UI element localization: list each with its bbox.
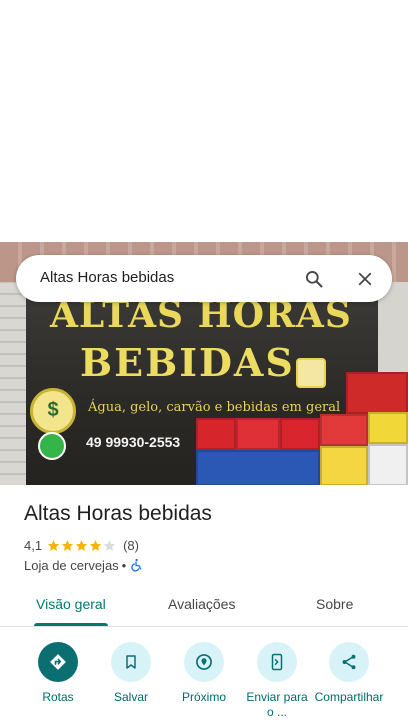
beer-crate: [280, 418, 320, 450]
beer-crate: [346, 372, 408, 414]
rating-stars: [47, 539, 117, 552]
rating-row[interactable]: 4,1 (8): [24, 536, 139, 554]
star-icon: [89, 539, 102, 551]
search-bar[interactable]: Altas Horas bebidas: [16, 255, 392, 302]
nearby-icon: [184, 642, 224, 682]
star-empty-icon: [103, 539, 116, 551]
star-icon: [61, 539, 74, 551]
sign-subtitle: Água, gelo, carvão e bebidas em geral: [88, 400, 341, 415]
tab-overview[interactable]: Visão geral: [36, 596, 106, 612]
send-to-phone-label: Enviar para o ...: [246, 690, 308, 719]
share-label: Compartilhar: [314, 690, 384, 704]
star-icon: [47, 539, 60, 551]
tab-bar: Visão geral Avaliações Sobre: [0, 586, 408, 627]
directions-icon: [38, 642, 78, 682]
map-area[interactable]: [0, 0, 408, 242]
separator-dot: •: [121, 557, 127, 573]
bookmark-icon: [111, 642, 151, 682]
save-label: Salvar: [113, 690, 148, 704]
star-icon: [75, 539, 88, 551]
share-button[interactable]: Compartilhar: [314, 642, 384, 705]
directions-label: Rotas: [42, 690, 74, 704]
action-bar: Rotas Salvar Próximo Enviar para o ... C…: [0, 640, 408, 726]
send-to-phone-button[interactable]: Enviar para o ...: [242, 642, 312, 720]
selected-tab-indicator: [34, 623, 108, 626]
wall-left: [0, 282, 26, 485]
beer-crate: [368, 412, 408, 444]
send-to-phone-icon: [257, 642, 297, 682]
search-query[interactable]: Altas Horas bebidas: [40, 269, 174, 286]
whatsapp-icon: [38, 432, 66, 460]
review-count: (8): [123, 537, 139, 553]
beer-mug-icon: [296, 358, 326, 388]
place-details-screen: ALTAS HORAS BEBIDAS Água, gelo, carvão e…: [0, 0, 408, 726]
coin-logo-icon: [30, 388, 76, 434]
tab-about[interactable]: Sobre: [316, 596, 353, 612]
directions-button[interactable]: Rotas: [23, 642, 93, 705]
beer-crate: [320, 446, 368, 485]
rating-value: 4,1: [24, 537, 43, 553]
nearby-label: Próximo: [181, 690, 226, 704]
category-row: Loja de cervejas •: [24, 556, 143, 574]
beer-crate: [236, 418, 280, 450]
place-title: Altas Horas bebidas: [24, 502, 212, 525]
share-icon: [329, 642, 369, 682]
sign-phone: 49 99930-2553: [86, 434, 181, 450]
tab-reviews[interactable]: Avaliações: [168, 596, 235, 612]
beer-crate: [196, 450, 320, 485]
search-icon[interactable]: [298, 263, 330, 295]
sign-title-line2: BEBIDAS: [80, 340, 295, 385]
beer-crate: [368, 444, 408, 485]
save-button[interactable]: Salvar: [96, 642, 166, 705]
category-label: Loja de cervejas: [24, 557, 119, 573]
beer-crate: [320, 414, 368, 446]
wheelchair-icon: [131, 558, 142, 572]
close-icon[interactable]: [349, 263, 381, 295]
nearby-button[interactable]: Próximo: [169, 642, 239, 705]
beer-crate: [196, 418, 236, 450]
